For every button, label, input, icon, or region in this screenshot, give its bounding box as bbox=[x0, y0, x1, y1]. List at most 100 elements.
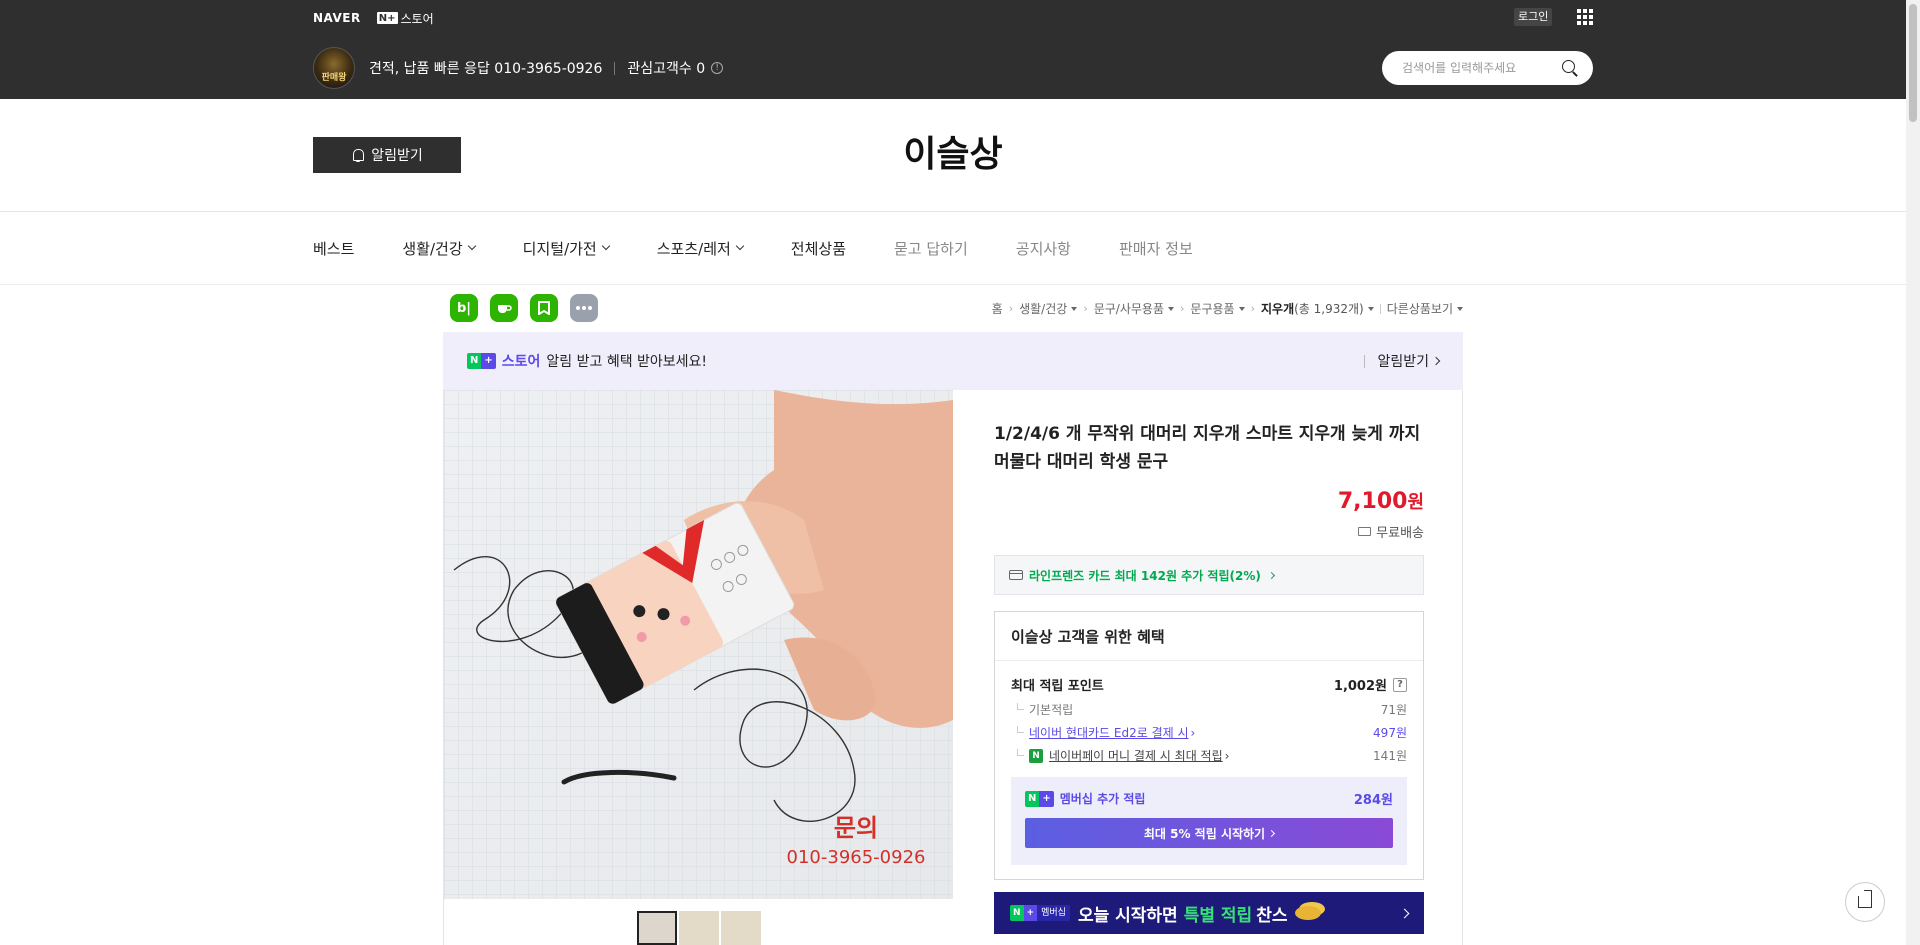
breadcrumb-home[interactable]: 홈 bbox=[992, 300, 1003, 317]
basic-points-label: 기본적립 bbox=[1029, 703, 1074, 717]
nav-item-sports[interactable]: 스포츠/레저 bbox=[656, 238, 745, 259]
share-icon bbox=[1858, 896, 1872, 908]
other-products[interactable]: 다른상품보기 bbox=[1387, 300, 1463, 317]
max-points-row: 최대 적립 포인트 1,002원 ? bbox=[1011, 675, 1407, 694]
naver-logo[interactable]: NAVER bbox=[313, 11, 361, 25]
coin-icon bbox=[1295, 906, 1322, 920]
divider bbox=[995, 660, 1423, 661]
banner-tail: 찬스 bbox=[1256, 905, 1288, 926]
banner-highlight: 특별 적립 bbox=[1183, 905, 1253, 926]
chevron-right-icon: › bbox=[1190, 725, 1196, 740]
naver-pay-icon: N bbox=[1029, 748, 1043, 763]
breadcrumb-stationery-office[interactable]: 문구/사무용품 bbox=[1093, 300, 1175, 317]
chevron-right-icon bbox=[1267, 571, 1275, 579]
caret-down-icon bbox=[1367, 306, 1374, 311]
nav-item-best[interactable]: 베스트 bbox=[313, 238, 354, 259]
breadcrumb-living-health[interactable]: 생활/건강 bbox=[1019, 300, 1078, 317]
npay-link[interactable]: 네이버페이 머니 결제 시 최대 적립 bbox=[1049, 747, 1223, 764]
badge-n: N bbox=[467, 353, 482, 369]
breadcrumb: 홈 › 생활/건강 › 문구/사무용품 › 문구용품 › 지우개 (총 1,932… bbox=[992, 300, 1463, 317]
login-button[interactable]: 로그인 bbox=[1514, 8, 1553, 26]
notification-promo-banner: N + 스토어 알림 받고 혜택 받아보세요! 알림받기 bbox=[443, 332, 1463, 390]
breadcrumb-count: (총 1,932개) bbox=[1294, 302, 1364, 316]
hyundai-card-link[interactable]: 네이버 현대카드 Ed2로 결제 시 bbox=[1029, 724, 1189, 741]
nav-item-qna[interactable]: 묻고 답하기 bbox=[894, 238, 968, 259]
nav-label: 공지사항 bbox=[1015, 239, 1071, 258]
breadcrumb-stationery[interactable]: 문구용품 bbox=[1190, 300, 1245, 317]
product-name: 1/2/4/6 개 무작위 대머리 지우개 스마트 지우개 늦게 까지 머물다 … bbox=[994, 424, 1421, 472]
promo-text: 알림 받고 혜택 받아보세요! bbox=[546, 354, 708, 370]
start-membership-label: 최대 5% 적립 시작하기 bbox=[1143, 826, 1266, 841]
card-benefit-banner[interactable]: 라인프렌즈 카드 최대 142원 추가 적립(2%) bbox=[994, 555, 1424, 595]
thumbnail-2[interactable] bbox=[679, 911, 719, 945]
breadcrumb-label: 다른상품보기 bbox=[1386, 302, 1453, 316]
price-value: 7,100 bbox=[1337, 489, 1408, 514]
start-membership-button[interactable]: 최대 5% 적립 시작하기 bbox=[1025, 818, 1393, 848]
nav-item-living-health[interactable]: 생활/건강 bbox=[402, 238, 476, 259]
customer-benefits-box: 이슬상 고객을 위한 혜택 최대 적립 포인트 1,002원 ? 기본적립 71… bbox=[994, 611, 1424, 880]
scrollbar-thumb[interactable] bbox=[1909, 4, 1917, 122]
naver-plus-store-label: 스토어 bbox=[400, 11, 434, 26]
cafe-share-icon[interactable] bbox=[490, 294, 518, 322]
store-header: 알림받기 이슬상 bbox=[0, 99, 1920, 212]
nav-item-digital[interactable]: 디지털/가전 bbox=[522, 238, 610, 259]
nav-label: 디지털/가전 bbox=[522, 239, 597, 258]
badge-n: N bbox=[1025, 790, 1040, 807]
scrollbar[interactable] bbox=[1906, 0, 1920, 945]
chevron-right-icon: › bbox=[1180, 302, 1185, 315]
thumbnail-1[interactable] bbox=[637, 911, 677, 945]
divider bbox=[614, 61, 616, 75]
membership-promo-banner[interactable]: N + 멤버십 오늘 시작하면 특별 적립 찬스 bbox=[994, 892, 1424, 934]
nav-label: 묻고 답하기 bbox=[894, 239, 968, 258]
hyundai-card-value: 497원 bbox=[1373, 726, 1407, 740]
more-icon[interactable] bbox=[570, 294, 598, 322]
seller-avatar-text: 판매왕 bbox=[321, 73, 347, 83]
thumbnail-strip bbox=[637, 911, 761, 945]
info-icon[interactable]: ! bbox=[711, 62, 724, 74]
seller-avatar[interactable]: 판매왕 bbox=[313, 47, 355, 89]
blog-share-icon[interactable]: b| bbox=[450, 294, 478, 322]
chevron-right-icon: › bbox=[1083, 302, 1088, 315]
store-title[interactable]: 이슬상 bbox=[0, 125, 1906, 177]
npay-row: N 네이버페이 머니 결제 시 최대 적립 › 141원 bbox=[1011, 747, 1407, 764]
nav-label: 스포츠/레저 bbox=[656, 239, 731, 258]
app-grid-icon[interactable] bbox=[1577, 9, 1593, 25]
nav-item-seller-info[interactable]: 판매자 정보 bbox=[1119, 238, 1193, 259]
product-main-image[interactable]: 문의 010-3965-0926 bbox=[444, 390, 953, 899]
promo-action-label: 알림받기 bbox=[1377, 354, 1429, 370]
chevron-right-icon bbox=[1268, 829, 1276, 837]
search-input[interactable] bbox=[1402, 61, 1552, 75]
nav-label: 전체상품 bbox=[790, 239, 846, 258]
badge-n: N bbox=[1010, 905, 1024, 921]
bookmark-share-icon[interactable] bbox=[530, 294, 558, 322]
breadcrumb-eraser[interactable]: 지우개 (총 1,932개) bbox=[1261, 300, 1374, 317]
shipping-label: 무료배송 bbox=[1376, 526, 1424, 541]
naver-plus-store-logo[interactable]: N+ 스토어 bbox=[376, 10, 434, 27]
seller-description: 견적, 납품 빠른 응답 010-3965-0926 bbox=[369, 61, 603, 77]
thumbnail-3[interactable] bbox=[721, 911, 761, 945]
search-icon[interactable] bbox=[1561, 59, 1579, 77]
image-caption: 문의 010-3965-0926 bbox=[786, 808, 926, 868]
brand-row: NAVER N+ 스토어 bbox=[313, 10, 434, 26]
chevron-down-icon bbox=[467, 241, 476, 251]
nav-item-notices[interactable]: 공지사항 bbox=[1016, 238, 1071, 259]
chevron-right-icon: › bbox=[1250, 302, 1255, 315]
breadcrumb-label: 생활/건강 bbox=[1019, 302, 1068, 316]
breadcrumb-label: 문구/사무용품 bbox=[1093, 302, 1165, 316]
basic-points-row: 기본적립 71원 bbox=[1011, 701, 1407, 718]
naver-plus-badge: N + bbox=[1025, 790, 1054, 807]
naver-plus-store-logo: N + 스토어 bbox=[467, 351, 540, 371]
membership-row: N + 멤버십 추가 적립 284원 bbox=[1025, 789, 1393, 808]
breadcrumb-label: 지우개 bbox=[1261, 302, 1295, 316]
breadcrumb-label: 문구용품 bbox=[1190, 302, 1235, 316]
nav-item-all-products[interactable]: 전체상품 bbox=[791, 238, 846, 259]
price-unit: 원 bbox=[1407, 492, 1424, 513]
floating-share-button[interactable] bbox=[1845, 882, 1885, 922]
favorite-customers: 관심고객수 0 ! bbox=[627, 58, 724, 78]
card-benefit-text: 라인프렌즈 카드 최대 142원 추가 적립(2%) bbox=[1029, 568, 1261, 583]
caret-down-icon bbox=[1238, 306, 1245, 311]
promo-notify-button[interactable]: 알림받기 bbox=[1364, 351, 1441, 371]
benefits-title: 이슬상 고객을 위한 혜택 bbox=[1011, 628, 1165, 646]
help-icon[interactable]: ? bbox=[1393, 677, 1407, 692]
banner-text: 오늘 시작하면 bbox=[1077, 905, 1178, 926]
